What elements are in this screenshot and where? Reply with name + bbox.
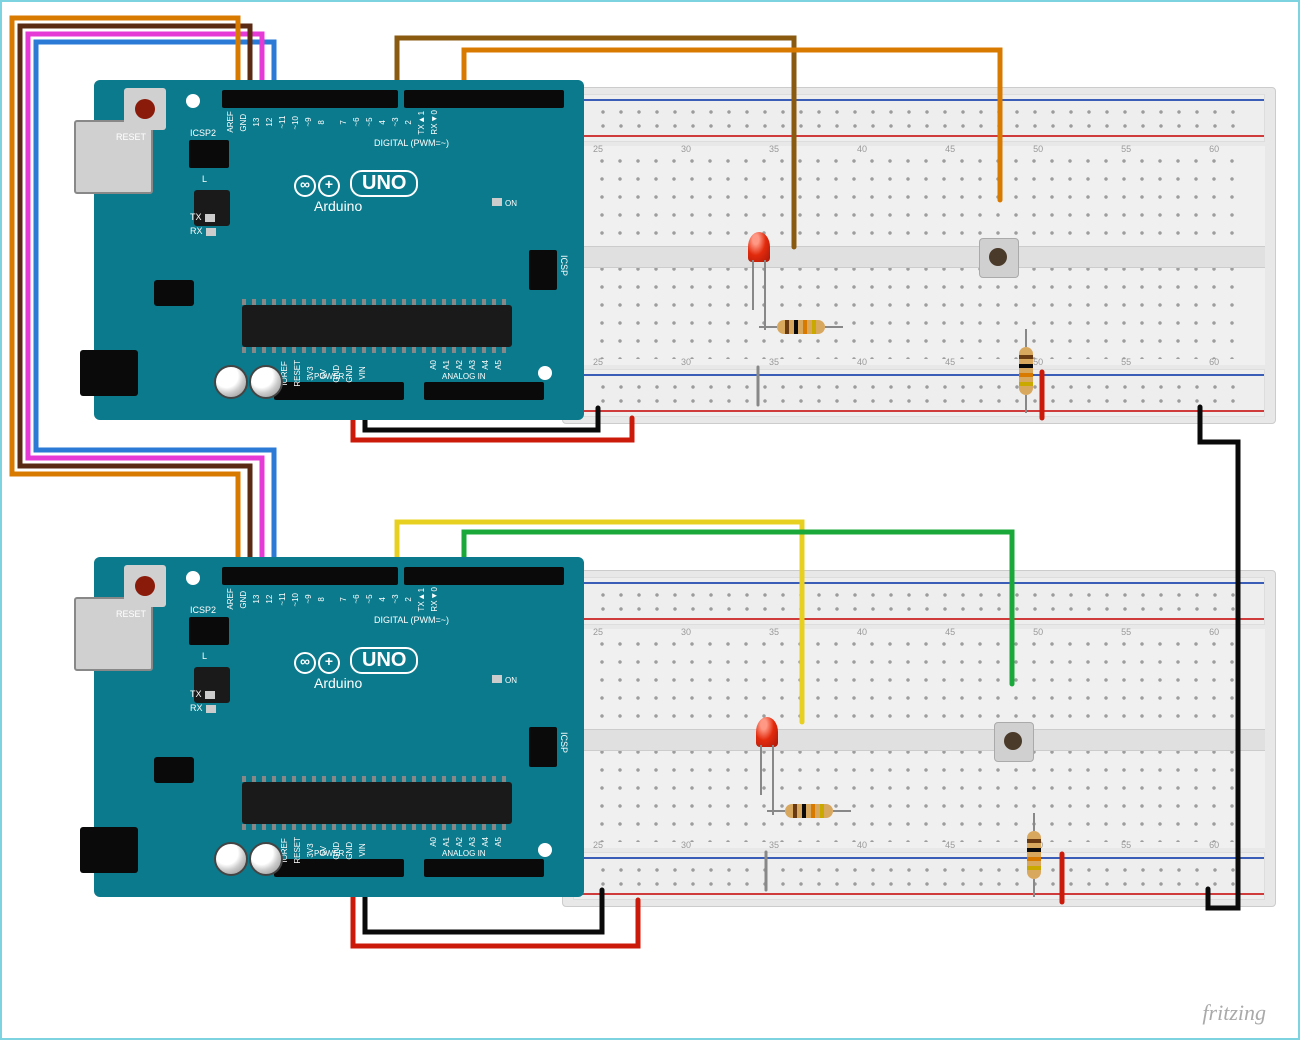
power-jack	[80, 827, 138, 873]
icsp2-header	[189, 140, 229, 168]
icsp2-header	[189, 617, 229, 645]
on-led-label: ON	[492, 198, 517, 208]
icsp-header	[529, 250, 557, 290]
led-bottom	[752, 717, 782, 761]
fritzing-canvas: 25 30 35 40 45 50 55 60 25 30 35 40 45 5…	[0, 0, 1300, 1040]
arduino-brand: Arduino	[314, 675, 362, 691]
tx-rx-labels: TX RX	[190, 210, 216, 238]
mount-hole-icon	[538, 843, 552, 857]
analog-label: ANALOG IN	[442, 372, 486, 381]
digital-header	[222, 567, 398, 585]
led-top	[744, 232, 774, 276]
power-label: POWER	[314, 849, 344, 858]
reset-button[interactable]	[124, 565, 166, 607]
digital-header	[222, 90, 398, 108]
reset-label: RESET	[116, 132, 146, 142]
tx-rx-labels: TX RX	[190, 687, 216, 715]
power-label: POWER	[314, 372, 344, 381]
icsp-label: ICSP	[559, 255, 569, 276]
led-legs-icon	[758, 745, 776, 795]
capacitor-icon	[249, 365, 283, 399]
analog-header	[424, 382, 544, 400]
capacitor-icon	[249, 842, 283, 876]
led-legs-icon	[750, 260, 768, 310]
push-button-bottom[interactable]	[994, 722, 1034, 762]
push-button-top[interactable]	[979, 238, 1019, 278]
digital-header	[404, 567, 564, 585]
analog-pin-labels: A0A1A2A3A4A5	[429, 837, 504, 847]
resistor-button-top	[1019, 347, 1033, 395]
resistor-button-bottom	[1027, 831, 1041, 879]
arduino-uno-bottom: RESET AREFGND1312~11~10~987~6~54~32TX►1R…	[94, 557, 584, 897]
resistor-led-top	[777, 320, 825, 334]
reset-button[interactable]	[124, 88, 166, 130]
capacitor-icon	[214, 842, 248, 876]
icsp-label: ICSP	[559, 732, 569, 753]
on-led-label: ON	[492, 675, 517, 685]
digital-label: DIGITAL (PWM=~)	[374, 138, 449, 148]
analog-label: ANALOG IN	[442, 849, 486, 858]
arduino-uno-top: RESET AREFGND1312~11~10~987~6~54~32TX►1R…	[94, 80, 584, 420]
digital-header	[404, 90, 564, 108]
icsp2-label: ICSP2	[190, 128, 216, 138]
l-led-label: L	[202, 651, 207, 661]
reset-label: RESET	[116, 609, 146, 619]
atmega-chip-icon	[242, 305, 512, 347]
icsp-header	[529, 727, 557, 767]
arduino-logo: ∞+UNO	[294, 165, 418, 197]
icsp2-label: ICSP2	[190, 605, 216, 615]
l-led-label: L	[202, 174, 207, 184]
mount-hole-icon	[186, 571, 200, 585]
power-jack	[80, 350, 138, 396]
analog-header	[424, 859, 544, 877]
led-bulb-icon	[756, 717, 778, 747]
digital-pin-labels: AREFGND1312~11~10~987~6~54~32TX►1RX◄0	[226, 110, 440, 135]
arduino-logo: ∞+UNO	[294, 642, 418, 674]
resistor-led-bottom	[785, 804, 833, 818]
voltage-regulator-icon	[154, 280, 194, 306]
digital-label: DIGITAL (PWM=~)	[374, 615, 449, 625]
mount-hole-icon	[538, 366, 552, 380]
analog-pin-labels: A0A1A2A3A4A5	[429, 360, 504, 370]
capacitor-icon	[214, 365, 248, 399]
led-bulb-icon	[748, 232, 770, 262]
voltage-regulator-icon	[154, 757, 194, 783]
mount-hole-icon	[186, 94, 200, 108]
arduino-brand: Arduino	[314, 198, 362, 214]
digital-pin-labels: AREFGND1312~11~10~987~6~54~32TX►1RX◄0	[226, 587, 440, 612]
atmega-chip-icon	[242, 782, 512, 824]
